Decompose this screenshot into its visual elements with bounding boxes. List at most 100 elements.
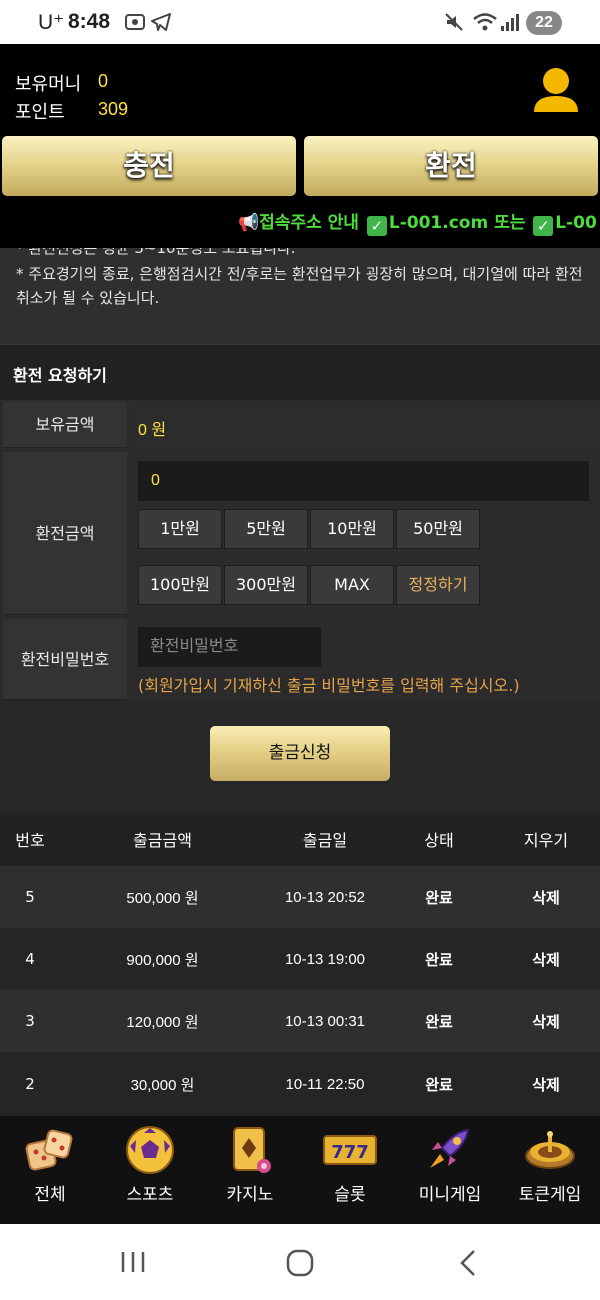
bottom-nav: 전체 스포츠 카지노 777 슬롯 미니게임 토큰게임 (0, 1116, 600, 1224)
amount-max-button[interactable]: MAX (310, 565, 394, 605)
balance-value: 0 원 (138, 422, 167, 439)
dice-icon (25, 1129, 73, 1171)
telegram-icon (151, 13, 171, 31)
money-value: 0 (98, 71, 109, 91)
notice-line-2: * 주요경기의 종료, 은행점검시간 전/후로는 환전업무가 굉장히 많으며, … (16, 265, 583, 307)
amount-input[interactable] (138, 461, 589, 501)
nav-sports-label: 스포츠 (126, 1185, 174, 1205)
recent-apps-icon[interactable] (120, 1250, 146, 1274)
password-hint: (회원가입시 기재하신 출금 비밀번호를 입력해 주십시오.) (138, 676, 520, 695)
withdraw-history-table: 번호 출금금액 출금일 상태 지우기 5 500,000 원 10-13 20:… (0, 812, 600, 1116)
nav-minigame[interactable]: 미니게임 (400, 1116, 500, 1224)
clock: 8:48 (68, 10, 111, 33)
amount-500k-button[interactable]: 50만원 (396, 509, 480, 549)
megaphone-icon: 📢 (238, 213, 260, 233)
amount-label: 환전금액 (3, 452, 127, 615)
table-row: 4 900,000 원 10-13 19:00 완료 삭제 (0, 928, 600, 990)
nav-tokengame[interactable]: 토큰게임 (500, 1116, 600, 1224)
nav-casino-label: 카지노 (226, 1185, 274, 1205)
row-date: 10-13 19:00 (284, 950, 366, 968)
row-delete-button[interactable]: 삭제 (500, 866, 592, 928)
mute-icon (445, 13, 463, 31)
notice-line-1: * 환전신청은 평균 3~10분정도 소요됩니다. (16, 248, 296, 257)
battery-indicator: 22 (526, 11, 562, 35)
row-date: 10-13 00:31 (284, 1012, 366, 1030)
col-amount: 출금금액 (133, 831, 192, 850)
nav-minigame-label: 미니게임 (418, 1185, 482, 1205)
amount-50k-button[interactable]: 5만원 (224, 509, 308, 549)
row-status: 완료 (425, 1075, 453, 1094)
row-date: 10-13 20:52 (284, 888, 366, 906)
nav-sports[interactable]: 스포츠 (100, 1116, 200, 1224)
amount-1m-button[interactable]: 100만원 (138, 565, 222, 605)
row-delete-button[interactable]: 삭제 (500, 1052, 592, 1116)
nav-slot-label: 슬롯 (334, 1185, 366, 1205)
row-number: 2 (25, 1075, 35, 1093)
nav-slot[interactable]: 777 슬롯 (300, 1116, 400, 1224)
nav-tokengame-label: 토큰게임 (518, 1185, 582, 1205)
amount-reset-button[interactable]: 정정하기 (396, 565, 480, 605)
password-input[interactable] (138, 627, 321, 667)
row-amount: 120,000 원 (126, 1013, 199, 1031)
amount-3m-button[interactable]: 300만원 (224, 565, 308, 605)
exchange-form: 보유금액 0 원 환전금액 1만원 5만원 10만원 50만원 100만원 30… (0, 400, 600, 700)
col-delete: 지우기 (523, 831, 569, 850)
screenshot-icon (125, 14, 145, 30)
slot-777-icon: 777 (323, 1135, 377, 1165)
nav-all[interactable]: 전체 (0, 1116, 100, 1224)
nav-all-label: 전체 (34, 1185, 66, 1205)
nav-casino[interactable]: 카지노 (200, 1116, 300, 1224)
col-status: 상태 (424, 831, 454, 850)
row-status: 완료 (425, 1012, 453, 1031)
ticker-text-3: L-00 (555, 213, 597, 233)
roulette-icon (525, 1131, 575, 1169)
notice-box: * 환전신청은 평균 3~10분정도 소요됩니다. * 주요경기의 종료, 은행… (0, 248, 600, 344)
row-amount: 500,000 원 (126, 889, 199, 907)
rocket-icon (430, 1128, 470, 1168)
account-header: 보유머니 0 포인트 309 충전 환전 📢접속주소 안내 ✓ L-001.com… (0, 44, 600, 248)
section-title-text: 환전 요청하기 (13, 366, 107, 385)
table-row: 2 30,000 원 10-11 22:50 완료 삭제 (0, 1052, 600, 1116)
soccer-ball-icon (126, 1126, 174, 1174)
row-amount: 900,000 원 (126, 951, 199, 969)
svg-text:777: 777 (331, 1142, 369, 1163)
row-delete-button[interactable]: 삭제 (500, 990, 592, 1052)
table-header: 번호 출금금액 출금일 상태 지우기 (0, 812, 600, 866)
col-number: 번호 (15, 831, 45, 850)
submit-area: 출금신청 (0, 700, 600, 812)
balance-row (130, 402, 600, 448)
row-amount: 30,000 원 (130, 1076, 195, 1094)
row-number: 5 (25, 888, 35, 906)
section-title: 환전 요청하기 (0, 344, 600, 400)
point-value: 309 (98, 99, 129, 119)
row-status: 완료 (425, 950, 453, 969)
home-icon[interactable] (286, 1249, 314, 1277)
point-label: 포인트 (15, 102, 65, 123)
row-date: 10-11 22:50 (285, 1075, 365, 1093)
col-date: 출금일 (302, 831, 348, 850)
table-row: 5 500,000 원 10-13 20:52 완료 삭제 (0, 866, 600, 928)
exchange-button[interactable]: 환전 (304, 136, 598, 196)
money-label: 보유머니 (15, 74, 82, 95)
row-status: 완료 (425, 888, 453, 907)
withdraw-request-button[interactable]: 출금신청 (210, 726, 390, 781)
notice-ticker: 📢접속주소 안내 ✓ L-001.com 또는 ✓ L-00 (238, 208, 597, 236)
carrier-label: U⁺ (38, 11, 65, 34)
charge-button[interactable]: 충전 (2, 136, 296, 196)
table-row: 3 120,000 원 10-13 00:31 완료 삭제 (0, 990, 600, 1052)
casino-cards-icon (233, 1127, 271, 1173)
wifi-icon (473, 13, 497, 31)
user-avatar-icon[interactable] (530, 64, 582, 116)
password-label: 환전비밀번호 (3, 619, 127, 700)
signal-icon (501, 14, 519, 31)
ticker-text-2: L-001.com 또는 (388, 213, 526, 233)
row-delete-button[interactable]: 삭제 (500, 928, 592, 990)
ticker-text-1: 접속주소 안내 (259, 213, 359, 233)
row-number: 3 (25, 1012, 35, 1030)
balance-label: 보유금액 (3, 402, 127, 448)
amount-10k-button[interactable]: 1만원 (138, 509, 222, 549)
system-nav-bar (0, 1224, 600, 1300)
check-icon: ✓ (366, 216, 387, 236)
back-icon[interactable] (458, 1249, 478, 1277)
amount-100k-button[interactable]: 10만원 (310, 509, 394, 549)
